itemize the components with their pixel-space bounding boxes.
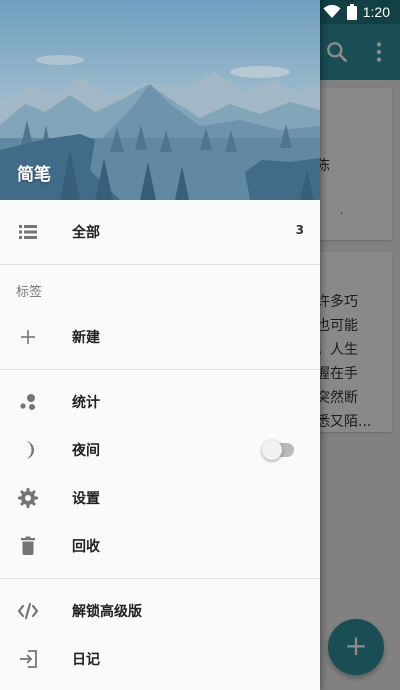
tags-section-header: 标签: [16, 285, 43, 300]
divider: [0, 369, 320, 370]
navigation-drawer: 简笔 全部 3 标签 新建 统计 夜间 设置 回收 解锁高级版 日记: [0, 0, 320, 690]
drawer-item-label: 日记: [72, 652, 100, 668]
code-icon: [17, 602, 39, 620]
status-time: 1:20: [362, 4, 390, 20]
drawer-app-title: 简笔: [17, 165, 51, 185]
drawer-item-trash[interactable]: 回收: [0, 522, 320, 570]
divider: [0, 264, 320, 265]
drawer-item-label: 解锁高级版: [72, 604, 142, 620]
drawer-item-label: 统计: [72, 395, 100, 411]
drawer-item-night-mode[interactable]: 夜间: [0, 426, 320, 474]
night-mode-toggle[interactable]: [262, 438, 294, 462]
plus-icon: [21, 330, 35, 344]
bubbles-icon: [20, 394, 35, 410]
drawer-item-diary[interactable]: 日记: [0, 635, 320, 683]
trash-icon: [21, 536, 35, 555]
status-icons: 1:20: [323, 3, 390, 21]
drawer-header: 简笔: [0, 0, 320, 200]
gear-icon: [18, 488, 38, 508]
drawer-item-label: 夜间: [72, 443, 100, 459]
drawer-item-label: 设置: [72, 491, 100, 507]
drawer-item-all-notes[interactable]: 全部 3: [0, 208, 320, 256]
moon-icon: [25, 441, 34, 459]
login-icon: [20, 650, 37, 668]
drawer-item-label: 回收: [72, 539, 100, 555]
toggle-thumb: [262, 440, 282, 460]
battery-icon: [346, 4, 357, 20]
drawer-item-label: 新建: [72, 330, 100, 346]
list-icon: [19, 225, 37, 239]
drawer-item-settings[interactable]: 设置: [0, 474, 320, 522]
drawer-item-label: 全部: [72, 225, 100, 241]
wifi-icon: [323, 5, 341, 18]
drawer-item-unlock-premium[interactable]: 解锁高级版: [0, 587, 320, 635]
divider: [0, 578, 320, 579]
drawer-item-new-tag[interactable]: 新建: [0, 313, 320, 361]
notes-count-badge: 3: [295, 223, 304, 237]
drawer-item-stats[interactable]: 统计: [0, 378, 320, 426]
